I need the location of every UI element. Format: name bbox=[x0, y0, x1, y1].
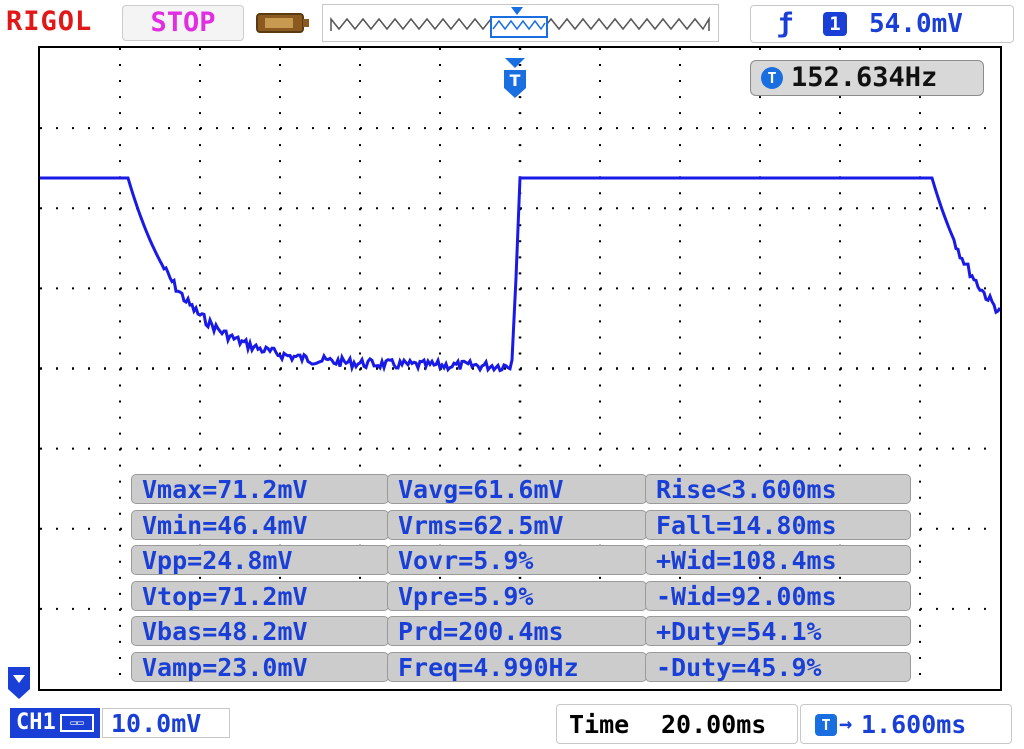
trigger-position-marker[interactable]: T bbox=[501, 58, 529, 100]
measurement-row: Vmin=46.4mV Vrms=62.5mV Fall=14.80ms bbox=[131, 509, 913, 540]
measurement-cell: -Wid=92.00ms bbox=[645, 580, 911, 611]
trigger-source-badge: 1 bbox=[823, 12, 847, 36]
channel1-button[interactable]: CH1 ▭▭ bbox=[10, 708, 100, 738]
trigger-offset-icon: T bbox=[815, 714, 837, 736]
measurement-cell: -Duty=45.9% bbox=[645, 651, 911, 682]
channel1-ground-marker[interactable] bbox=[6, 665, 32, 701]
trigger-counter-icon: T bbox=[761, 67, 783, 89]
measurement-cell: Freq=4.990Hz bbox=[387, 651, 647, 682]
frequency-counter: T 152.634Hz bbox=[750, 60, 984, 96]
measurement-row: Vtop=71.2mV Vpre=5.9% -Wid=92.00ms bbox=[131, 580, 913, 611]
measurement-row: Vamp=23.0mV Freq=4.990Hz -Duty=45.9% bbox=[131, 651, 913, 682]
bw-limit-icon: ▭▭ bbox=[60, 714, 94, 732]
measurement-cell: Vmin=46.4mV bbox=[131, 509, 389, 540]
run-stop-status[interactable]: STOP bbox=[122, 5, 244, 41]
measurement-cell: Rise<3.600ms bbox=[645, 474, 911, 504]
waveform-preview-icon bbox=[330, 7, 710, 38]
top-status-bar: RIGOL STOP ƒ 1 54.0mV bbox=[0, 0, 1024, 46]
time-per-div: 20.00ms bbox=[661, 710, 767, 739]
waveform-position-bar[interactable] bbox=[322, 4, 719, 42]
measurement-cell: Prd=200.4ms bbox=[387, 616, 647, 646]
arrow-right-icon: → bbox=[839, 712, 853, 737]
measurement-cell: Vpp=24.8mV bbox=[131, 545, 389, 575]
measurement-table: Vmax=71.2mV Vavg=61.6mV Rise<3.600ms Vmi… bbox=[131, 474, 913, 687]
trigger-offset-display[interactable]: T → 1.600ms bbox=[800, 704, 1012, 744]
measurement-cell: Vbas=48.2mV bbox=[131, 616, 389, 646]
trigger-offset-value: 1.600ms bbox=[861, 710, 967, 739]
memory-depth-icon bbox=[256, 13, 309, 33]
rising-edge-icon: ƒ bbox=[777, 8, 794, 39]
frequency-value: 152.634Hz bbox=[791, 62, 938, 93]
measurement-cell: Fall=14.80ms bbox=[645, 509, 911, 540]
measurement-row: Vpp=24.8mV Vovr=5.9% +Wid=108.4ms bbox=[131, 545, 913, 575]
measurement-cell: +Duty=54.1% bbox=[645, 616, 911, 646]
measurement-cell: +Wid=108.4ms bbox=[645, 545, 911, 575]
measurement-row: Vbas=48.2mV Prd=200.4ms +Duty=54.1% bbox=[131, 616, 913, 646]
brand-logo: RIGOL bbox=[6, 6, 93, 37]
bottom-status-bar: CH1 ▭▭ 10.0mV Time 20.00ms T → 1.600ms bbox=[0, 700, 1024, 749]
measurement-cell: Vavg=61.6mV bbox=[387, 474, 647, 504]
channel1-scale[interactable]: 10.0mV bbox=[102, 708, 230, 738]
trigger-level: 54.0mV bbox=[869, 9, 963, 39]
timebase-display[interactable]: Time 20.00ms bbox=[556, 704, 798, 744]
trigger-settings[interactable]: ƒ 1 54.0mV bbox=[750, 5, 1014, 43]
measurement-cell: Vrms=62.5mV bbox=[387, 509, 647, 540]
measurement-cell: Vovr=5.9% bbox=[387, 545, 647, 575]
measurement-row: Vmax=71.2mV Vavg=61.6mV Rise<3.600ms bbox=[131, 474, 913, 504]
trigger-marker-label: T bbox=[510, 71, 521, 90]
time-label: Time bbox=[569, 710, 630, 739]
measurement-cell: Vamp=23.0mV bbox=[131, 651, 389, 682]
measurement-cell: Vtop=71.2mV bbox=[131, 580, 389, 611]
measurement-cell: Vpre=5.9% bbox=[387, 580, 647, 611]
measurement-cell: Vmax=71.2mV bbox=[131, 474, 389, 504]
channel-label: CH1 bbox=[16, 710, 56, 735]
